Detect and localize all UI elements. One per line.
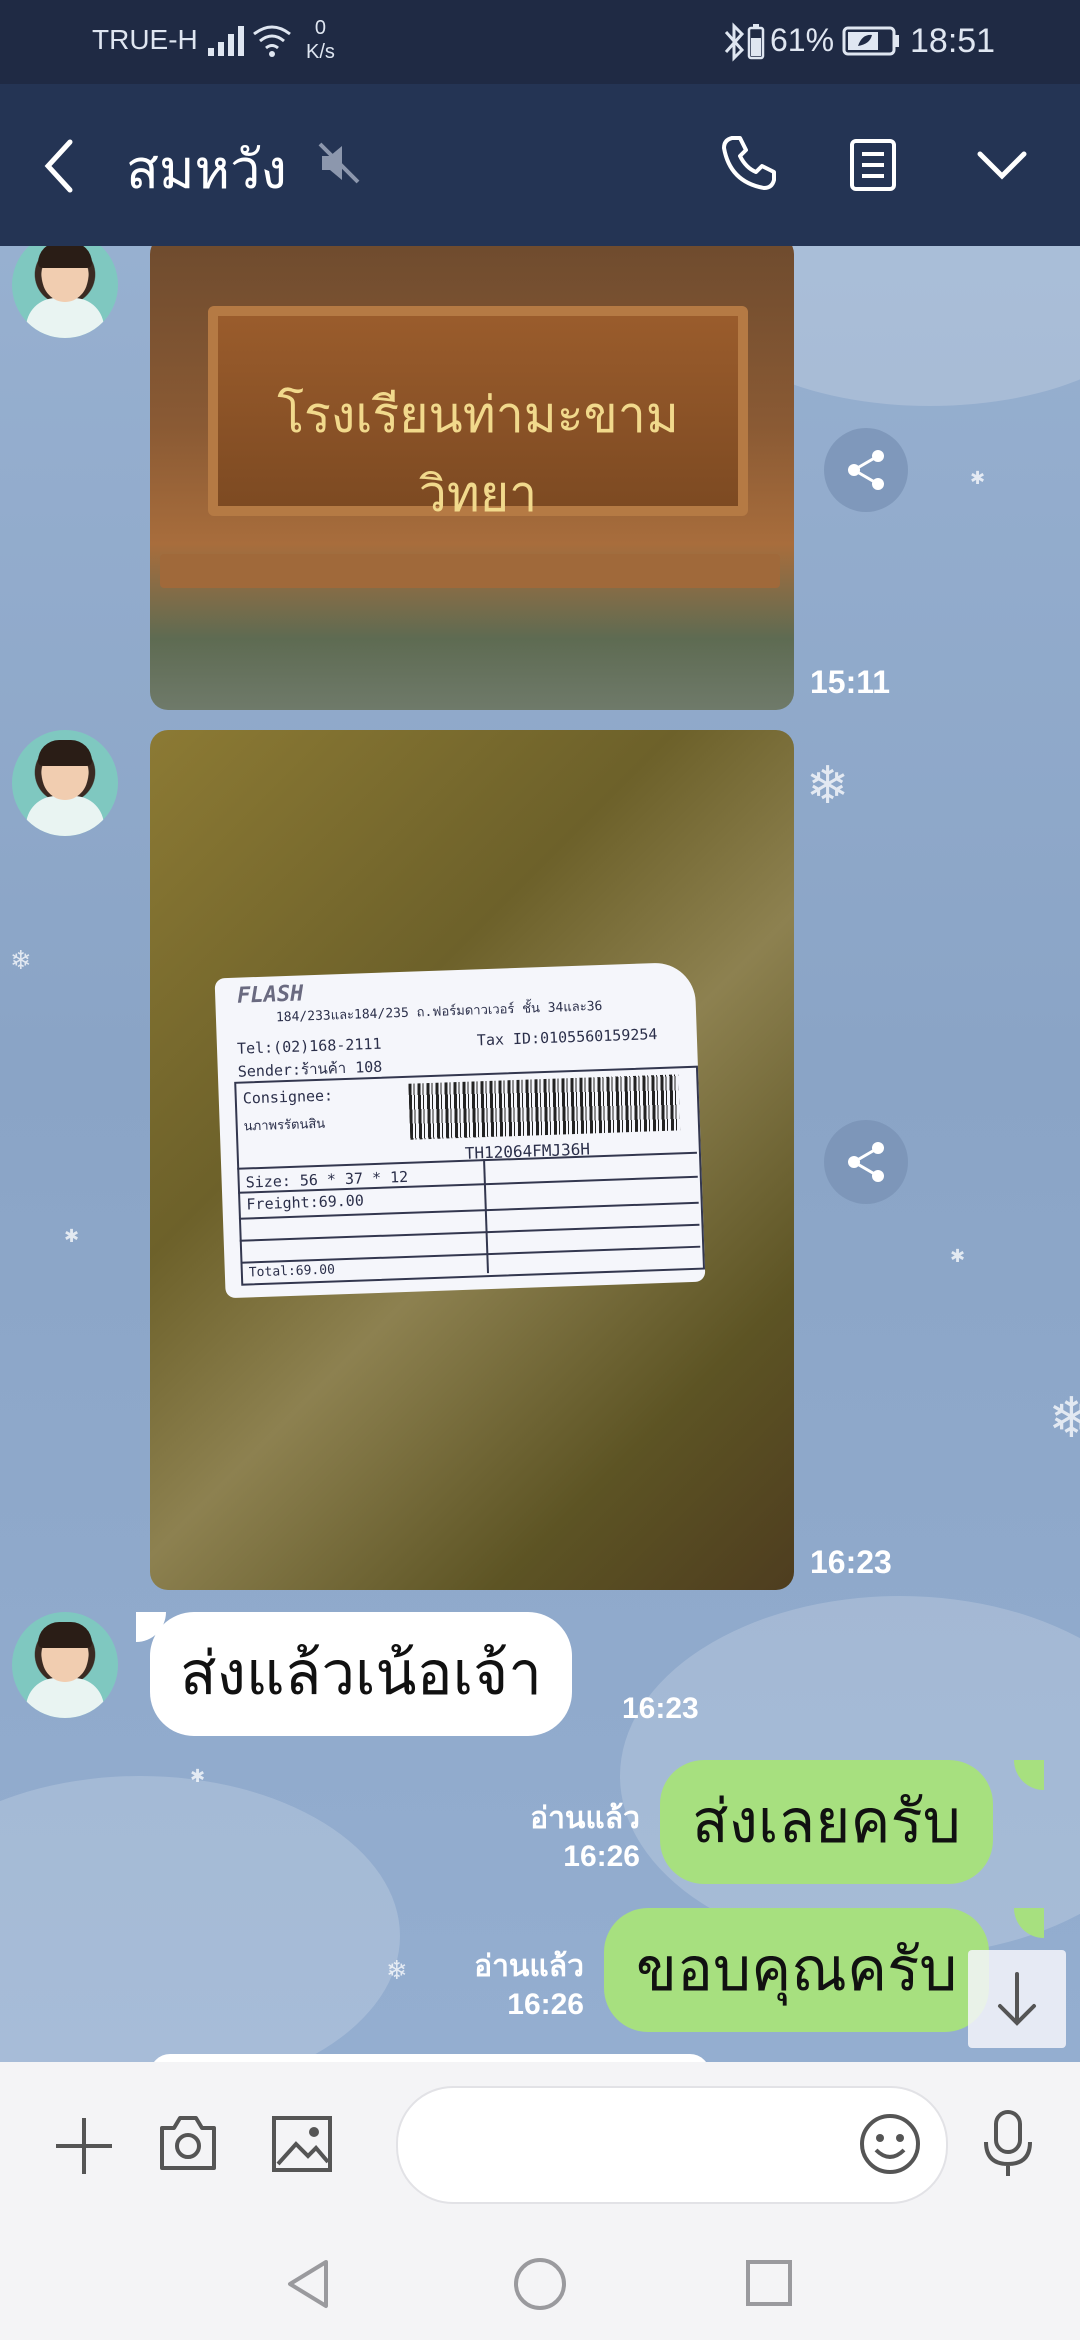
emoji-icon[interactable] <box>858 2112 922 2176</box>
snowflake-icon: ✱ <box>950 1246 966 1267</box>
image-message[interactable]: FLASH 184/233และ184/235 ถ.ฟอร์มดาวเวอร์ … <box>150 730 794 1590</box>
bluetooth-icon <box>724 22 745 62</box>
chat-area[interactable]: ❄ ❄ ❄ ❄ ✱ ✱ ✱ ✱ โรงเรียนท่ามะขามวิทยา 15… <box>0 246 1080 2062</box>
read-label: อ่านแล้ว <box>530 1802 640 1835</box>
share-icon <box>848 1142 884 1182</box>
sign-text: โรงเรียนท่ามะขามวิทยา <box>277 386 679 523</box>
image-icon[interactable] <box>270 2114 334 2174</box>
share-button[interactable] <box>824 1120 908 1204</box>
mute-icon <box>318 142 360 184</box>
shipping-receipt: FLASH 184/233และ184/235 ถ.ฟอร์มดาวเวอร์ … <box>214 961 706 1299</box>
receipt-consignee-name: นภาพรรัตนสิน <box>243 1116 326 1135</box>
phone-icon[interactable] <box>720 134 776 190</box>
receipt-tel: Tel:(02)168-2111 <box>236 1034 382 1058</box>
share-button[interactable] <box>824 428 908 512</box>
notes-icon[interactable] <box>848 138 898 192</box>
message-time: 16:26 <box>563 1840 640 1873</box>
arrow-down-icon <box>998 1972 1036 2026</box>
battery-percent: 61% <box>770 22 835 58</box>
network-speed-value: 0 <box>314 17 327 39</box>
receipt-address: 184/233และ184/235 ถ.ฟอร์มดาวเวอร์ ชั้น 3… <box>275 998 603 1026</box>
read-label: อ่านแล้ว <box>474 1950 584 1983</box>
back-arrow-icon[interactable] <box>40 136 80 196</box>
message-time: 16:23 <box>810 1544 892 1580</box>
chat-header: สมหวัง <box>0 84 1080 246</box>
outgoing-message-bubble[interactable]: ขอบคุณครับ <box>604 1908 990 2032</box>
snowflake-icon: ❄ <box>1048 1386 1080 1451</box>
outgoing-message-bubble[interactable]: ส่งเลยครับ <box>660 1760 993 1884</box>
plus-icon[interactable] <box>52 2114 116 2178</box>
incoming-message-bubble-partial[interactable] <box>150 2054 710 2062</box>
share-icon <box>848 450 884 490</box>
image-message[interactable]: โรงเรียนท่ามะขามวิทยา <box>150 246 794 710</box>
background-cloud <box>0 1776 400 2062</box>
nav-back-icon[interactable] <box>284 2258 332 2310</box>
avatar[interactable] <box>12 1612 118 1718</box>
message-time: 16:23 <box>622 1692 699 1725</box>
network-speed-unit: K/s <box>306 41 335 63</box>
clock: 18:51 <box>910 22 996 60</box>
microphone-icon[interactable] <box>980 2108 1036 2180</box>
wooden-sign: โรงเรียนท่ามะขามวิทยา <box>208 306 748 523</box>
scroll-to-bottom-button[interactable] <box>968 1950 1066 2048</box>
status-bar: TRUE-H 0 K/s 61% 18:51 <box>0 0 1080 84</box>
message-input-bar <box>0 2062 1080 2224</box>
barcode <box>408 1074 681 1140</box>
nav-recents-icon[interactable] <box>744 2258 794 2308</box>
read-receipt: อ่านแล้ว 16:26 <box>444 1948 584 2024</box>
device-battery-icon <box>747 24 765 60</box>
system-nav-bar <box>0 2224 1080 2340</box>
receipt-consignee: Consignee: <box>242 1086 334 1108</box>
chevron-down-icon[interactable] <box>976 148 1028 182</box>
network-speed: 0 K/s <box>306 16 335 64</box>
battery-icon <box>842 26 899 56</box>
snowflake-icon: ❄ <box>806 756 850 816</box>
carrier-label: TRUE-H <box>92 24 198 55</box>
receipt-total: Total:69.00 <box>248 1262 336 1281</box>
snowflake-icon: ✱ <box>190 1766 206 1787</box>
snowflake-icon: ✱ <box>64 1226 80 1247</box>
snowflake-icon: ✱ <box>970 468 986 489</box>
wifi-icon <box>253 25 291 57</box>
sign-shelf <box>160 554 780 588</box>
chat-title: สมหวัง <box>126 138 287 201</box>
message-time: 15:11 <box>810 664 891 700</box>
signal-icon <box>208 26 244 56</box>
receipt-tax-id: Tax ID:0105560159254 <box>476 1025 658 1050</box>
snowflake-icon: ❄ <box>10 946 32 976</box>
camera-icon[interactable] <box>156 2112 220 2174</box>
avatar[interactable] <box>12 246 118 338</box>
read-receipt: อ่านแล้ว 16:26 <box>506 1800 640 1876</box>
incoming-message-bubble[interactable]: ส่งแล้วเน้อเจ้า <box>150 1612 572 1736</box>
nav-home-icon[interactable] <box>512 2256 568 2312</box>
receipt-logo: FLASH <box>236 981 304 1009</box>
avatar[interactable] <box>12 730 118 836</box>
message-time: 16:26 <box>507 1988 584 2021</box>
snowflake-icon: ❄ <box>386 1956 408 1986</box>
